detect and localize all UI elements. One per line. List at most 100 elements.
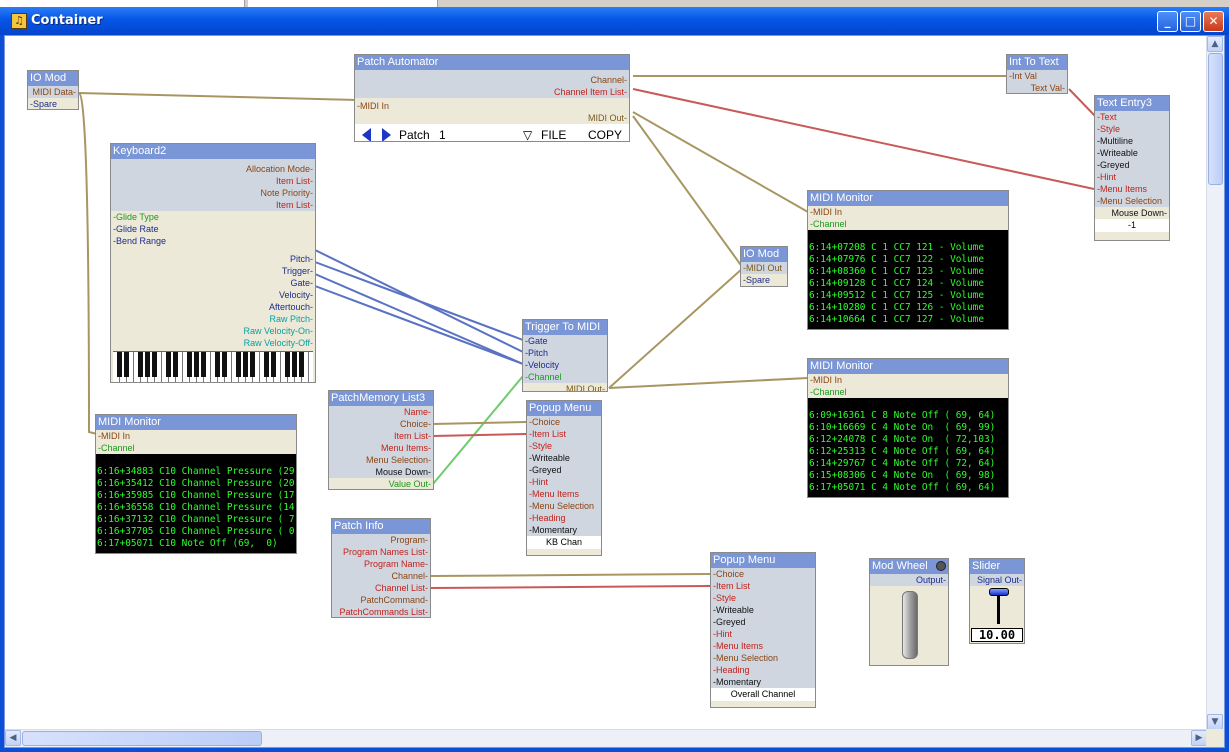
port-menu-items[interactable]: Menu Items-: [329, 442, 433, 454]
port-writeable[interactable]: -Writeable: [527, 452, 601, 464]
port-midi-out[interactable]: MIDI Out-: [355, 112, 629, 124]
port-channel-list[interactable]: Channel List-: [332, 582, 430, 594]
popup-menu-2[interactable]: Popup Menu -Choice -Item List -Style -Wr…: [710, 552, 816, 708]
port-velocity[interactable]: -Velocity: [523, 359, 607, 371]
port-style[interactable]: -Style: [1095, 123, 1169, 135]
port-hint[interactable]: -Hint: [527, 476, 601, 488]
black-key[interactable]: [215, 352, 220, 377]
port-item-list[interactable]: Item List-: [111, 175, 315, 187]
minimize-button[interactable]: _: [1157, 11, 1178, 32]
piano-keys[interactable]: [113, 351, 313, 382]
black-key[interactable]: [187, 352, 192, 377]
port-trigger[interactable]: Trigger-: [111, 265, 315, 277]
black-key[interactable]: [250, 352, 255, 377]
mod-wheel[interactable]: Mod Wheel Output-: [869, 558, 949, 666]
popup-menu-value[interactable]: Overall Channel: [711, 688, 815, 701]
port-choice[interactable]: Choice-: [329, 418, 433, 430]
port-channel[interactable]: -Channel: [808, 218, 1008, 230]
title-bar[interactable]: ♫ Container _ □ ✕: [0, 7, 1229, 35]
port-item-list[interactable]: Item List-: [329, 430, 433, 442]
patch-automator[interactable]: Patch Automator Channel- Channel Item Li…: [354, 54, 630, 142]
port-signal-out[interactable]: Signal Out-: [970, 574, 1024, 586]
black-key[interactable]: [285, 352, 290, 377]
slider-value[interactable]: 10.00: [971, 628, 1023, 642]
port-menu-items[interactable]: -Menu Items: [1095, 183, 1169, 195]
black-key[interactable]: [222, 352, 227, 377]
port-style[interactable]: -Style: [711, 592, 815, 604]
slider-thumb[interactable]: [989, 588, 1009, 596]
port-allocation-mode[interactable]: Allocation Mode-: [111, 163, 315, 175]
trigger-to-midi[interactable]: Trigger To MIDI -Gate -Pitch -Velocity -…: [522, 319, 608, 392]
text-entry-3[interactable]: Text Entry3 -Text -Style -Multiline -Wri…: [1094, 95, 1170, 241]
midi-monitor-2[interactable]: MIDI Monitor -MIDI In -Channel 6:09+1636…: [807, 358, 1009, 498]
slider[interactable]: Slider Signal Out- 10.00: [969, 558, 1025, 644]
port-aftertouch[interactable]: Aftertouch-: [111, 301, 315, 313]
black-key[interactable]: [299, 352, 304, 377]
port-program[interactable]: Program-: [332, 534, 430, 546]
black-key[interactable]: [152, 352, 157, 377]
patch-memory-list-3[interactable]: PatchMemory List3 Name- Choice- Item Lis…: [328, 390, 434, 490]
port-menu-selection[interactable]: -Menu Selection: [1095, 195, 1169, 207]
port-heading[interactable]: -Heading: [527, 512, 601, 524]
port-pitch[interactable]: -Pitch: [523, 347, 607, 359]
port-raw-velocity-on[interactable]: Raw Velocity-On-: [111, 325, 315, 337]
port-value-out[interactable]: Value Out-: [329, 478, 433, 489]
port-midi-in[interactable]: -MIDI In: [96, 430, 296, 442]
midi-monitor-3[interactable]: MIDI Monitor -MIDI In -Channel 6:16+3488…: [95, 414, 297, 554]
black-key[interactable]: [271, 352, 276, 377]
horizontal-scroll-thumb[interactable]: [22, 731, 262, 746]
black-key[interactable]: [138, 352, 143, 377]
horizontal-scrollbar[interactable]: ◀ ▶: [5, 729, 1207, 747]
mod-wheel-control[interactable]: [902, 591, 918, 659]
int-to-text[interactable]: Int To Text -Int Val Text Val-: [1006, 54, 1068, 94]
port-channel[interactable]: -Channel: [808, 386, 1008, 398]
port-writeable[interactable]: -Writeable: [1095, 147, 1169, 159]
port-menu-items[interactable]: -Menu Items: [527, 488, 601, 500]
port-menu-selection[interactable]: -Menu Selection: [527, 500, 601, 512]
port-mouse-down[interactable]: Mouse Down-: [1095, 207, 1169, 219]
port-raw-velocity-off[interactable]: Raw Velocity-Off-: [111, 337, 315, 349]
black-key[interactable]: [201, 352, 206, 377]
port-heading[interactable]: -Heading: [711, 664, 815, 676]
port-output[interactable]: Output-: [870, 574, 948, 586]
black-key[interactable]: [173, 352, 178, 377]
port-program-names-list[interactable]: Program Names List-: [332, 546, 430, 558]
port-int-val[interactable]: -Int Val: [1007, 70, 1067, 82]
port-channel[interactable]: Channel-: [332, 570, 430, 582]
vertical-scroll-thumb[interactable]: [1208, 53, 1223, 185]
port-text-val[interactable]: Text Val-: [1007, 82, 1067, 93]
scroll-right-button[interactable]: ▶: [1191, 730, 1207, 746]
port-item-list[interactable]: -Item List: [527, 428, 601, 440]
port-midi-out[interactable]: -MIDI Out: [741, 262, 787, 274]
port-greyed[interactable]: -Greyed: [1095, 159, 1169, 171]
black-key[interactable]: [166, 352, 171, 377]
port-multiline[interactable]: -Multiline: [1095, 135, 1169, 147]
text-entry-field[interactable]: -1: [1095, 219, 1169, 232]
next-patch-icon[interactable]: [382, 128, 391, 141]
scroll-up-button[interactable]: ▲: [1207, 36, 1223, 52]
port-item-list[interactable]: -Item List: [711, 580, 815, 592]
port-raw-pitch[interactable]: Raw Pitch-: [111, 313, 315, 325]
port-program-name[interactable]: Program Name-: [332, 558, 430, 570]
port-hint[interactable]: -Hint: [711, 628, 815, 640]
port-choice[interactable]: -Choice: [527, 416, 601, 428]
port-menu-selection[interactable]: Menu Selection-: [329, 454, 433, 466]
popup-menu-1[interactable]: Popup Menu -Choice -Item List -Style -Wr…: [526, 400, 602, 556]
port-choice[interactable]: -Choice: [711, 568, 815, 580]
port-midi-out[interactable]: MIDI Out-: [523, 383, 607, 391]
port-item-list-2[interactable]: Item List-: [111, 199, 315, 211]
io-mod-2[interactable]: IO Mod -MIDI Out -Spare: [740, 246, 788, 287]
port-momentary[interactable]: -Momentary: [711, 676, 815, 688]
black-key[interactable]: [117, 352, 122, 377]
port-glide-type[interactable]: -Glide Type: [111, 211, 315, 223]
port-note-priority[interactable]: Note Priority-: [111, 187, 315, 199]
port-channel[interactable]: -Channel: [523, 371, 607, 383]
maximize-button[interactable]: □: [1180, 11, 1201, 32]
port-menu-items[interactable]: -Menu Items: [711, 640, 815, 652]
patch-canvas[interactable]: IO Mod MIDI Data- -Spare Patch Automator…: [5, 36, 1207, 730]
copy-button[interactable]: COPY: [588, 124, 622, 141]
port-channel-item-list[interactable]: Channel Item List-: [355, 86, 629, 98]
port-mouse-down[interactable]: Mouse Down-: [329, 466, 433, 478]
file-button[interactable]: FILE: [541, 124, 566, 141]
port-hint[interactable]: -Hint: [1095, 171, 1169, 183]
